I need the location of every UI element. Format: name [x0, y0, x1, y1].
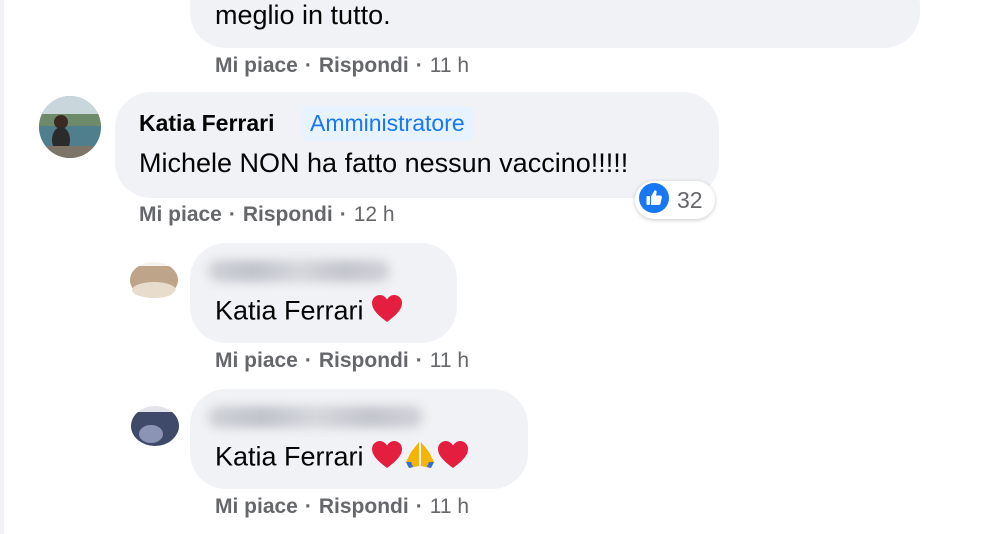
comment-actions-1: Mi piace · Rispondi · 12 h: [139, 203, 395, 226]
like-button[interactable]: Mi piace: [215, 495, 298, 518]
thread-line: [0, 0, 4, 534]
reaction-count-value: 32: [677, 186, 703, 213]
comment-actions-3: Mi piace · Rispondi · 11 h: [215, 495, 470, 518]
comment-author-name[interactable]: Katia Ferrari: [139, 110, 275, 137]
comment-text-0: meglio in tutto.: [215, 0, 391, 30]
reply-button[interactable]: Rispondi: [319, 54, 409, 77]
reply-button[interactable]: Rispondi: [243, 203, 333, 226]
admin-badge: Amministratore: [301, 106, 474, 141]
redacted-author-name[interactable]: [208, 406, 423, 428]
redacted-author-name[interactable]: [208, 260, 390, 282]
comment-actions-2: Mi piace · Rispondi · 11 h: [215, 349, 470, 372]
comment-text-1: Michele NON ha fatto nessun vaccino!!!!!: [139, 148, 629, 178]
folded-hands-icon: [403, 440, 437, 477]
mention[interactable]: Katia Ferrari: [215, 296, 364, 326]
reply-button[interactable]: Rispondi: [319, 495, 409, 518]
avatar-redacted[interactable]: [123, 244, 181, 302]
reply-button[interactable]: Rispondi: [319, 349, 409, 372]
reaction-count[interactable]: 32: [635, 181, 715, 219]
comment-time[interactable]: 11 h: [430, 54, 469, 77]
comment-time[interactable]: 12 h: [354, 203, 395, 226]
like-reaction-icon: [639, 182, 669, 218]
avatar-redacted[interactable]: [123, 390, 181, 448]
comment-text-2: Katia Ferrari: [215, 294, 403, 331]
comment-time[interactable]: 11 h: [430, 349, 469, 372]
comment-text-3: Katia Ferrari: [215, 440, 469, 477]
red-heart-icon: [371, 440, 403, 477]
avatar[interactable]: [39, 96, 101, 158]
comment-time[interactable]: 11 h: [430, 495, 469, 518]
like-button[interactable]: Mi piace: [139, 203, 222, 226]
red-heart-icon: [371, 294, 403, 331]
like-button[interactable]: Mi piace: [215, 349, 298, 372]
red-heart-icon: [437, 440, 469, 477]
comment-actions-0: Mi piace · Rispondi · 11 h: [215, 54, 470, 77]
like-button[interactable]: Mi piace: [215, 54, 298, 77]
mention[interactable]: Katia Ferrari: [215, 442, 364, 472]
